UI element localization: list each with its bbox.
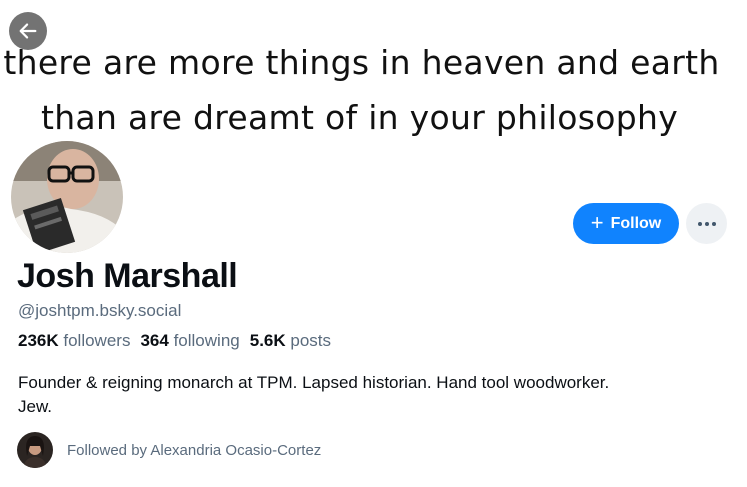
following-label: following <box>173 331 240 350</box>
followers-count: 236K <box>18 331 59 350</box>
follower-avatar <box>17 432 53 468</box>
posts-count: 5.6K <box>249 331 286 350</box>
bio-line-2: Jew. <box>18 397 53 416</box>
profile-banner[interactable]: there are more things in heaven and eart… <box>0 0 747 175</box>
follow-button-label: Follow <box>610 214 662 232</box>
profile-handle: @joshtpm.bsky.social <box>18 301 182 320</box>
following-link[interactable]: 364 following <box>140 331 239 351</box>
more-options-button[interactable] <box>686 203 727 244</box>
followers-link[interactable]: 236K followers <box>18 331 130 351</box>
banner-text-line-2: than are dreamt of in your philosophy <box>40 98 679 137</box>
plus-icon: + <box>590 209 604 235</box>
followed-by-text: Followed by Alexandria Ocasio-Cortez <box>67 441 322 459</box>
bio-line-1: Founder & reigning monarch at TPM. Lapse… <box>18 373 610 392</box>
posts-label: posts <box>290 331 332 350</box>
display-name: Josh Marshall <box>17 257 238 295</box>
ellipsis-icon <box>697 221 716 226</box>
follow-button[interactable]: + Follow <box>573 203 679 244</box>
following-count: 364 <box>140 331 169 350</box>
profile-stats: 236K followers 364 following 5.6K posts <box>18 331 331 351</box>
banner-text-line-1: there are more things in heaven and eart… <box>3 43 720 82</box>
back-button[interactable] <box>9 12 47 50</box>
followers-label: followers <box>63 331 131 350</box>
followed-by-row[interactable]: Followed by Alexandria Ocasio-Cortez <box>17 432 321 468</box>
profile-bio: Founder & reigning monarch at TPM. Lapse… <box>18 371 738 419</box>
posts-stat: 5.6K posts <box>250 331 331 351</box>
avatar-photo <box>11 141 123 253</box>
profile-avatar[interactable] <box>8 138 126 256</box>
arrow-left-icon <box>19 23 37 39</box>
